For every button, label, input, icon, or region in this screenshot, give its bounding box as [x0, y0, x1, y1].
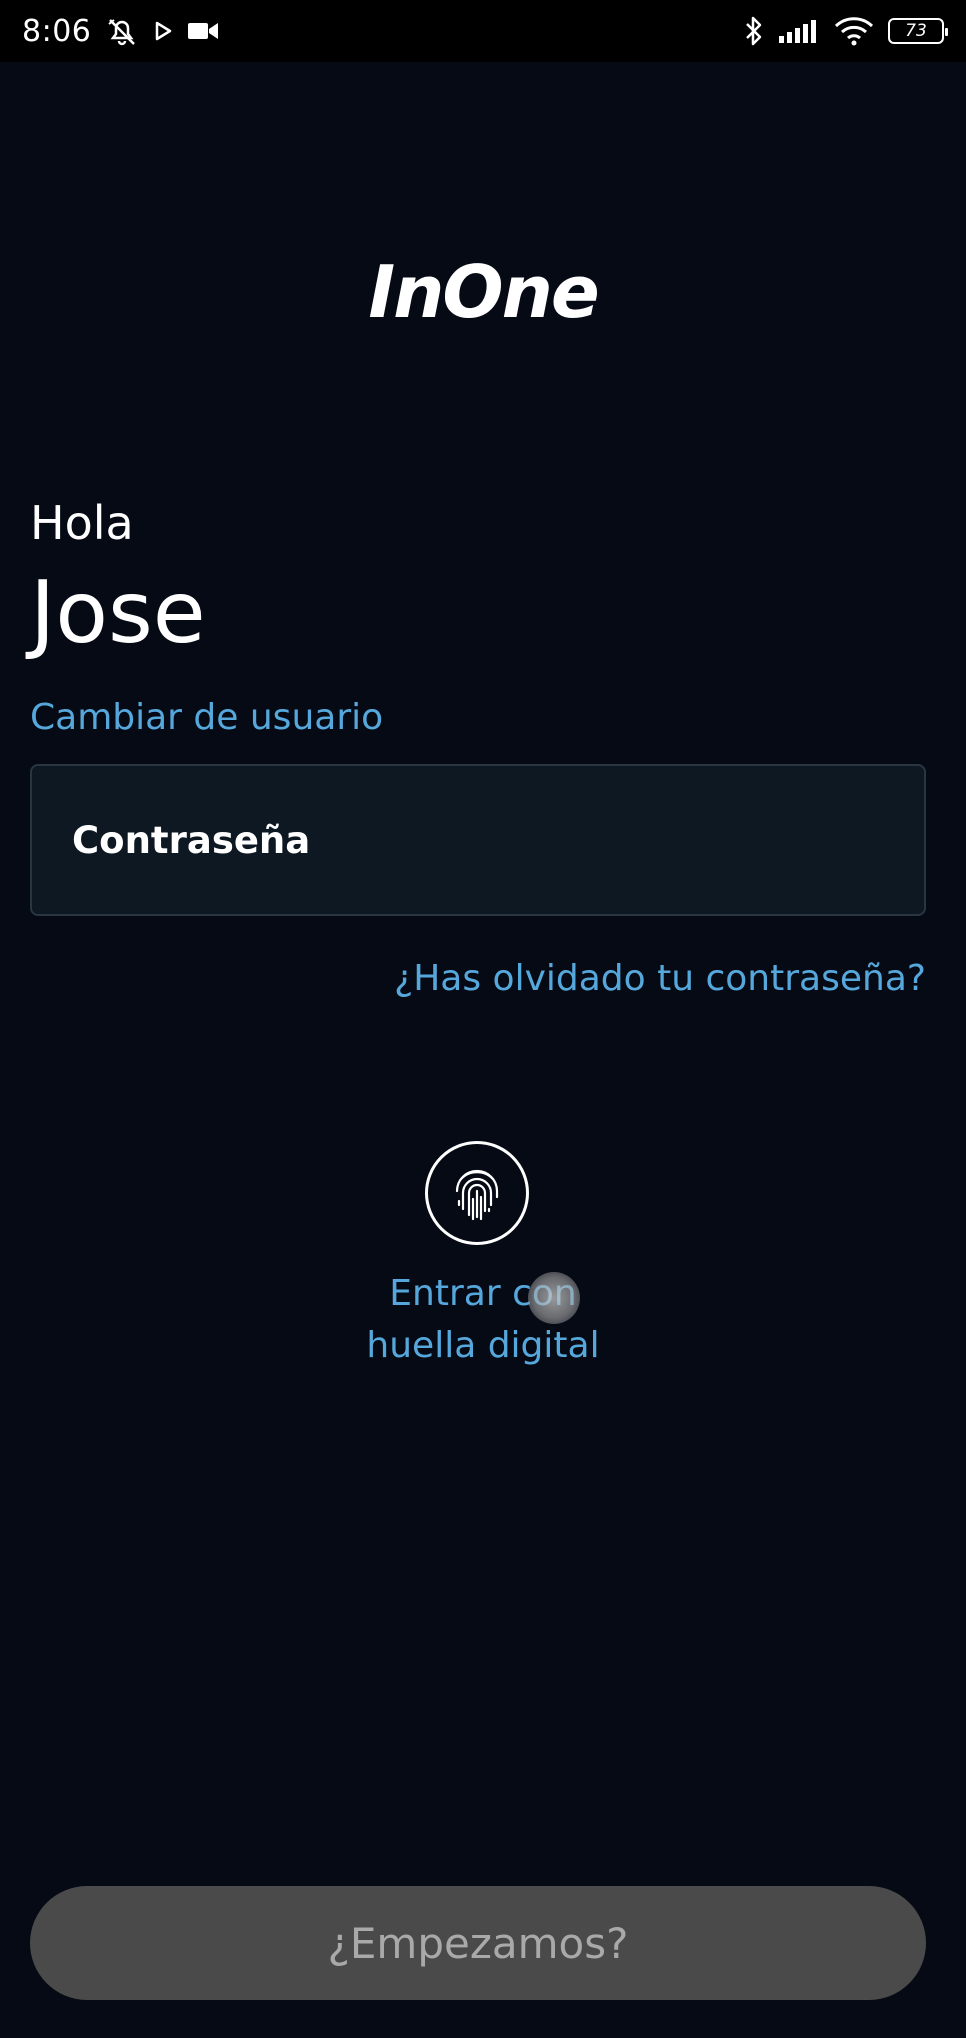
wifi-icon [834, 16, 874, 46]
touch-indicator [528, 1272, 580, 1324]
play-icon [153, 20, 173, 42]
status-bar-right: 73 [744, 15, 948, 47]
forgot-password-link[interactable]: ¿Has olvidado tu contraseña? [394, 958, 926, 999]
greeting-text: Hola [30, 496, 134, 550]
bluetooth-icon [744, 15, 764, 47]
status-time: 8:06 [22, 13, 92, 49]
mute-alarm-icon [105, 16, 139, 46]
battery-level: 73 [905, 21, 927, 41]
status-bar: 8:06 73 [0, 0, 966, 62]
change-user-link[interactable]: Cambiar de usuario [30, 697, 383, 738]
fingerprint-label-line1: Entrar con [389, 1273, 577, 1314]
video-camera-icon [187, 20, 219, 42]
status-bar-left: 8:06 [22, 14, 219, 49]
fingerprint-label-line2: huella digital [366, 1325, 600, 1366]
start-button[interactable]: ¿Empezamos? [30, 1886, 926, 2000]
fingerprint-icon [455, 1169, 499, 1221]
password-input[interactable] [70, 817, 924, 863]
fingerprint-button[interactable] [425, 1141, 529, 1245]
battery-icon: 73 [888, 18, 948, 44]
signal-icon [778, 18, 820, 44]
username: Jose [30, 563, 206, 663]
app-logo: InOne [368, 250, 599, 334]
password-field[interactable] [30, 764, 926, 916]
fingerprint-label[interactable]: Entrar con huella digital [0, 1268, 966, 1372]
